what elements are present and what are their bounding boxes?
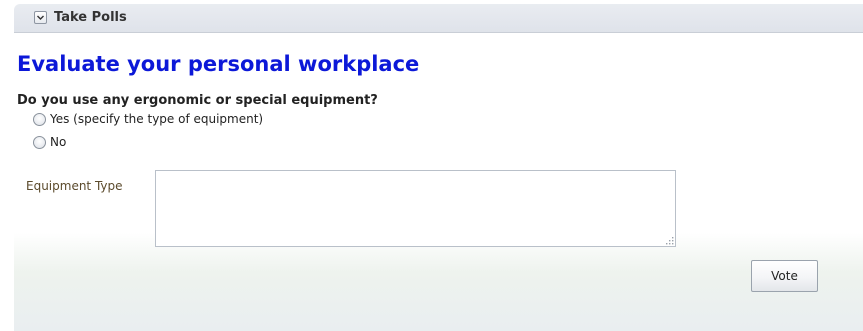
panel-title: Take Polls xyxy=(54,10,127,25)
vote-button[interactable]: Vote xyxy=(751,260,818,292)
equipment-type-field[interactable] xyxy=(155,170,676,247)
take-polls-panel: Take Polls Evaluate your personal workpl… xyxy=(14,4,863,331)
poll-question: Do you use any ergonomic or special equi… xyxy=(17,93,378,108)
panel-header: Take Polls xyxy=(14,4,863,33)
option-no-label: No xyxy=(50,135,67,149)
radio-no[interactable] xyxy=(33,136,46,149)
resize-grip-icon[interactable] xyxy=(665,236,674,245)
option-no[interactable]: No xyxy=(33,134,66,151)
option-yes[interactable]: Yes (specify the type of equipment) xyxy=(33,111,263,128)
option-yes-label: Yes (specify the type of equipment) xyxy=(50,112,264,126)
radio-yes[interactable] xyxy=(33,113,46,126)
chevron-down-icon[interactable] xyxy=(34,11,47,24)
equipment-type-label: Equipment Type xyxy=(26,179,123,193)
poll-title: Evaluate your personal workplace xyxy=(17,52,420,76)
